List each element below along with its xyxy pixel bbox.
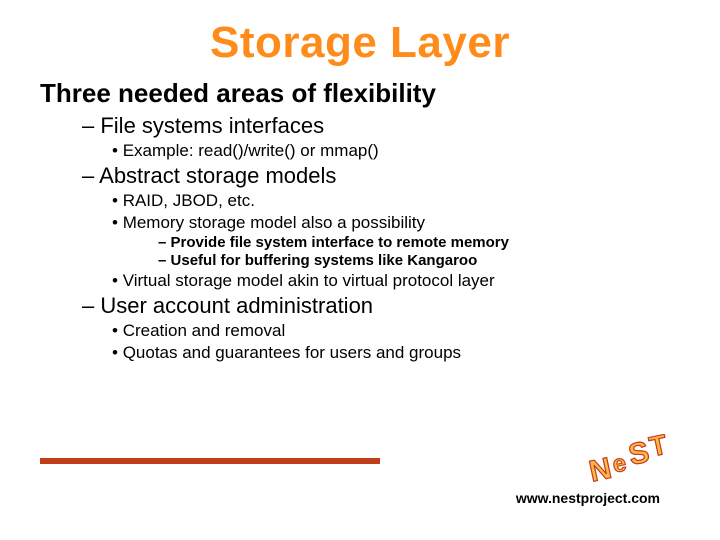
slide: Storage Layer Three needed areas of flex… xyxy=(0,0,720,540)
footer-url: www.nestproject.com xyxy=(516,490,660,506)
bullet-list: File systems interfaces Example: read()/… xyxy=(40,113,680,363)
list-item: Creation and removal xyxy=(112,321,680,341)
divider-rule xyxy=(40,458,380,464)
svg-text:e: e xyxy=(610,449,629,478)
list-item: File systems interfaces Example: read()/… xyxy=(82,113,680,161)
list-item-label: Useful for buffering systems like Kangar… xyxy=(171,252,478,269)
list-item-label: Quotas and guarantees for users and grou… xyxy=(123,343,461,362)
list-item: Abstract storage models RAID, JBOD, etc.… xyxy=(82,163,680,291)
list-item-label: RAID, JBOD, etc. xyxy=(123,191,255,210)
list-item: Quotas and guarantees for users and grou… xyxy=(112,343,680,363)
list-item-label: User account administration xyxy=(100,293,373,318)
list-item: Virtual storage model akin to virtual pr… xyxy=(112,271,680,291)
list-item: User account administration Creation and… xyxy=(82,293,680,363)
list-item: Useful for buffering systems like Kangar… xyxy=(158,252,680,269)
list-item: RAID, JBOD, etc. xyxy=(112,191,680,211)
slide-heading: Three needed areas of flexibility xyxy=(40,78,680,109)
sub-list: Example: read()/write() or mmap() xyxy=(82,141,680,161)
list-item-label: Abstract storage models xyxy=(99,163,336,188)
list-item-label: Creation and removal xyxy=(123,321,286,340)
sub-list: RAID, JBOD, etc. Memory storage model al… xyxy=(82,191,680,291)
list-item-label: Memory storage model also a possibility xyxy=(123,213,425,232)
slide-title: Storage Layer xyxy=(40,18,680,68)
list-item: Memory storage model also a possibility … xyxy=(112,213,680,269)
list-item-label: Example: read()/write() or mmap() xyxy=(123,141,379,160)
list-item: Example: read()/write() or mmap() xyxy=(112,141,680,161)
list-item: Provide file system interface to remote … xyxy=(158,234,680,251)
svg-text:N: N xyxy=(586,452,614,484)
list-item-label: Provide file system interface to remote … xyxy=(171,234,509,251)
sub-sub-list: Provide file system interface to remote … xyxy=(112,234,680,269)
svg-text:T: T xyxy=(647,434,670,463)
svg-text:S: S xyxy=(626,436,652,472)
list-item-label: File systems interfaces xyxy=(100,113,324,138)
sub-list: Creation and removal Quotas and guarante… xyxy=(82,321,680,363)
nest-logo: N e S T xyxy=(586,434,686,484)
list-item-label: Virtual storage model akin to virtual pr… xyxy=(123,271,495,290)
